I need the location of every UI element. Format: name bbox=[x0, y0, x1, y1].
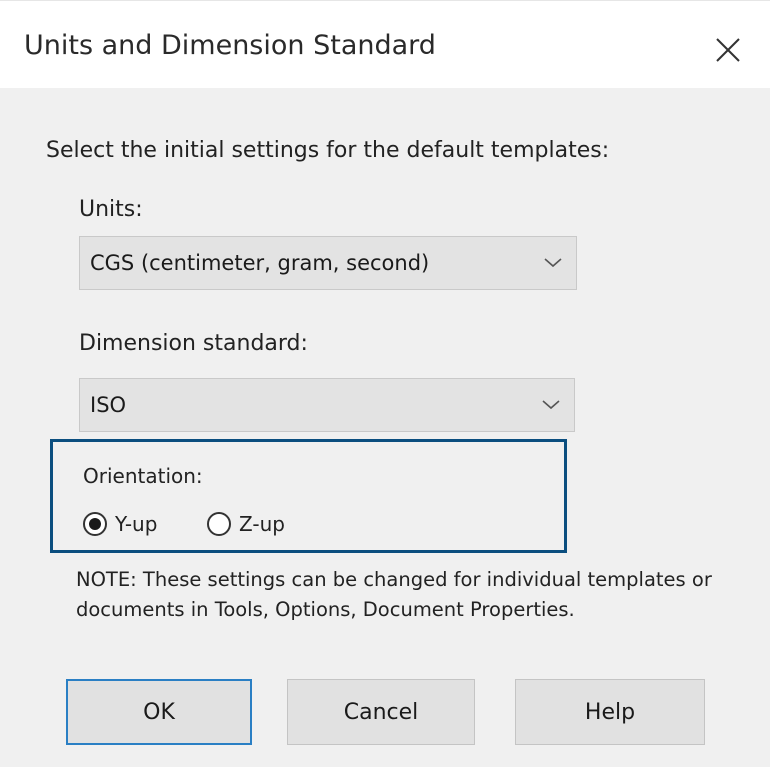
help-button[interactable]: Help bbox=[515, 679, 705, 745]
dialog-body: Select the initial settings for the defa… bbox=[0, 88, 770, 767]
close-button[interactable] bbox=[700, 26, 756, 74]
title-bar: Units and Dimension Standard bbox=[0, 8, 770, 88]
orientation-label: Orientation: bbox=[83, 464, 203, 488]
units-label: Units: bbox=[79, 197, 143, 222]
chevron-down-icon bbox=[544, 258, 562, 268]
radio-y-up-label: Y-up bbox=[115, 512, 158, 536]
dimension-standard-label: Dimension standard: bbox=[79, 331, 308, 356]
chevron-down-icon bbox=[542, 400, 560, 410]
ok-button[interactable]: OK bbox=[66, 679, 252, 745]
radio-dot bbox=[89, 518, 101, 530]
radio-y-up[interactable]: Y-up bbox=[83, 512, 157, 536]
note-text: NOTE: These settings can be changed for … bbox=[76, 568, 712, 621]
orientation-group: Orientation: Y-up Z-up bbox=[50, 439, 567, 553]
units-selected-value: CGS (centimeter, gram, second) bbox=[90, 251, 430, 275]
dialog-title: Units and Dimension Standard bbox=[24, 30, 436, 61]
close-icon bbox=[716, 38, 740, 62]
top-divider bbox=[0, 0, 770, 1]
cancel-button[interactable]: Cancel bbox=[287, 679, 475, 745]
dimension-standard-dropdown[interactable]: ISO bbox=[79, 378, 575, 432]
radio-z-up[interactable]: Z-up bbox=[207, 512, 285, 536]
units-dropdown[interactable]: CGS (centimeter, gram, second) bbox=[79, 236, 577, 290]
radio-z-up-label: Z-up bbox=[239, 512, 285, 536]
dimension-standard-selected-value: ISO bbox=[90, 393, 127, 417]
instruction-text: Select the initial settings for the defa… bbox=[46, 138, 610, 163]
radio-button-selected bbox=[83, 512, 107, 536]
units-dimension-dialog: Units and Dimension Standard Select the … bbox=[0, 0, 770, 767]
radio-button-unselected bbox=[207, 512, 231, 536]
